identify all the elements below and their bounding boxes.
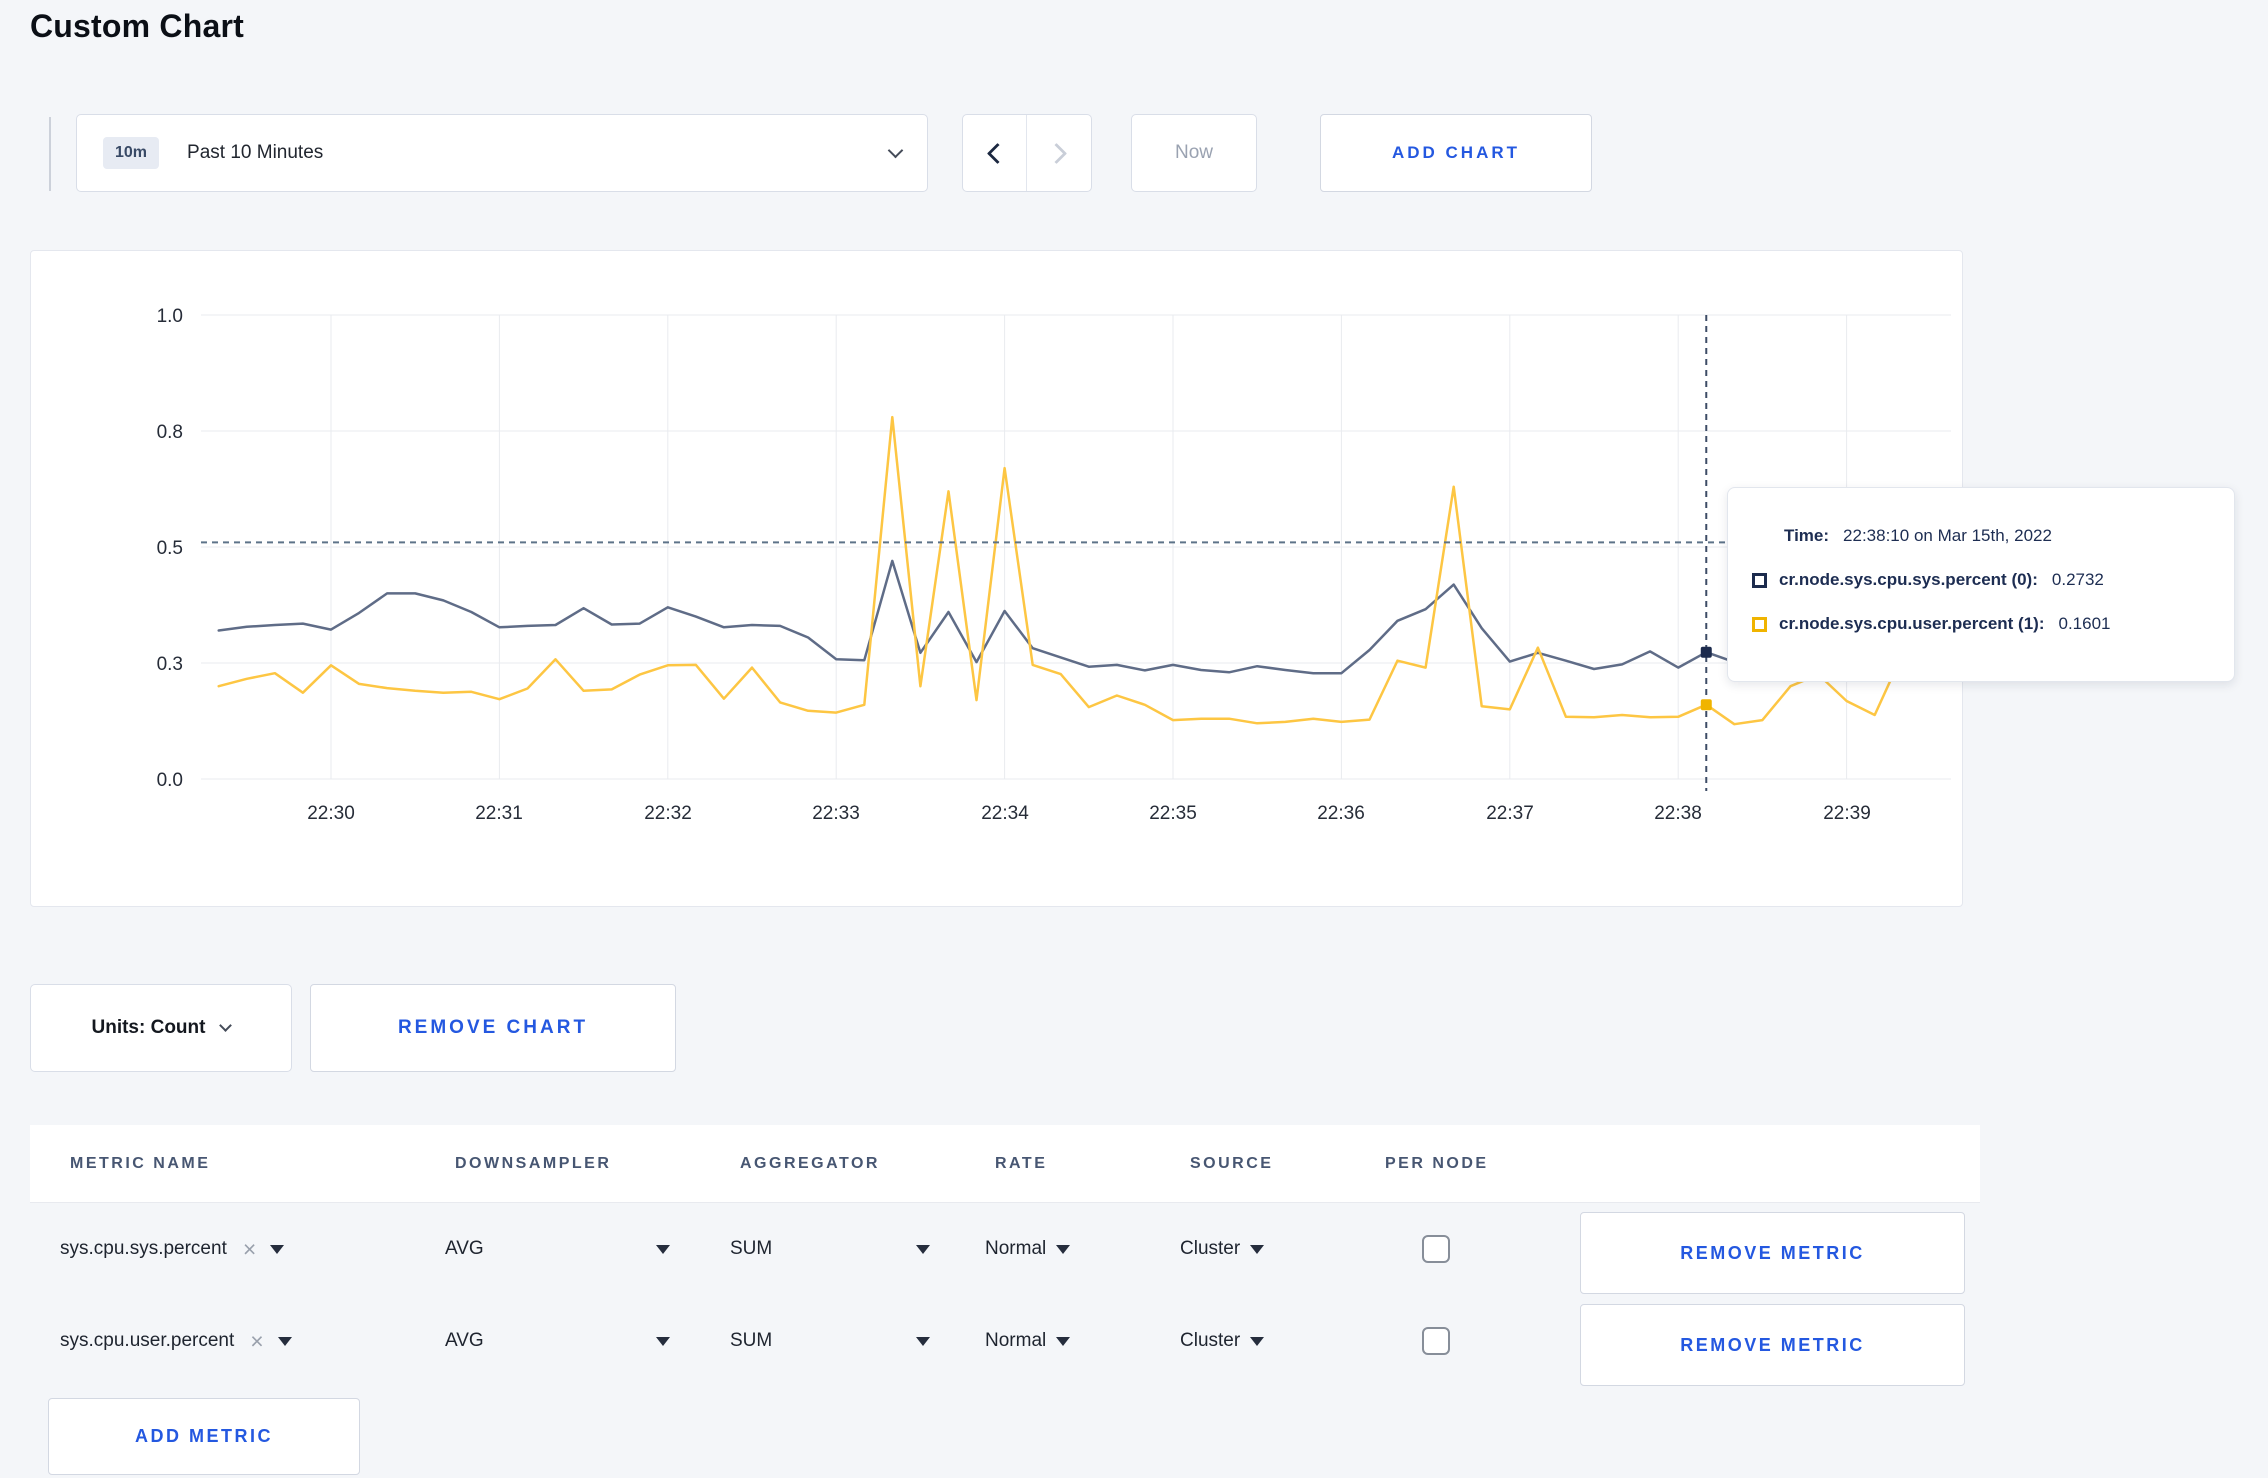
chevron-right-icon <box>1045 142 1067 164</box>
svg-text:22:37: 22:37 <box>1486 803 1534 824</box>
header-metric-name: METRIC NAME <box>70 1155 211 1172</box>
header-downsampler: DOWNSAMPLER <box>455 1155 612 1172</box>
clear-metric-icon[interactable]: × <box>243 1236 256 1263</box>
remove-metric-button[interactable]: REMOVE METRIC <box>1580 1304 1965 1386</box>
caret-down-icon <box>916 1244 930 1254</box>
metrics-table-header: METRIC NAME DOWNSAMPLER AGGREGATOR RATE … <box>30 1125 1980 1203</box>
svg-text:0.5: 0.5 <box>157 538 183 559</box>
toolbar-divider <box>49 117 51 191</box>
per-node-checkbox[interactable] <box>1422 1235 1450 1263</box>
rate-select[interactable]: Normal <box>985 1295 1071 1387</box>
chart-card: 0.0 0.3 0.5 0.8 1.0 22:30 22:31 22:32 22… <box>30 250 1963 907</box>
metric-row: sys.cpu.sys.percent × AVG SUM Normal Clu… <box>30 1203 1980 1295</box>
prev-time-button[interactable] <box>963 115 1027 191</box>
svg-text:22:31: 22:31 <box>475 803 523 824</box>
svg-text:22:39: 22:39 <box>1823 803 1871 824</box>
rate-select[interactable]: Normal <box>985 1203 1071 1295</box>
metric-name-select[interactable]: sys.cpu.sys.percent × <box>60 1203 285 1295</box>
chart-tooltip: Time: 22:38:10 on Mar 15th, 2022 cr.node… <box>1727 487 2235 682</box>
source-select[interactable]: Cluster <box>1180 1203 1265 1295</box>
metric-name-select[interactable]: sys.cpu.user.percent × <box>60 1295 292 1387</box>
page-title: Custom Chart <box>30 8 244 44</box>
svg-text:22:33: 22:33 <box>812 803 860 824</box>
metric-name-label: sys.cpu.sys.percent <box>60 1238 227 1259</box>
caret-down-icon <box>656 1336 670 1346</box>
caret-down-icon <box>656 1244 670 1254</box>
caret-down-icon <box>1250 1244 1265 1254</box>
next-time-button[interactable] <box>1027 115 1091 191</box>
aggregator-select[interactable]: SUM <box>730 1203 930 1295</box>
aggregator-value: SUM <box>730 1238 773 1259</box>
add-metric-button[interactable]: ADD METRIC <box>48 1398 360 1475</box>
svg-text:0.8: 0.8 <box>157 422 183 443</box>
svg-text:22:34: 22:34 <box>981 803 1029 824</box>
rate-value: Normal <box>985 1330 1047 1351</box>
metrics-chart[interactable]: 0.0 0.3 0.5 0.8 1.0 22:30 22:31 22:32 22… <box>31 251 1964 908</box>
caret-down-icon <box>1250 1336 1265 1346</box>
svg-text:0.0: 0.0 <box>157 770 183 791</box>
svg-text:22:36: 22:36 <box>1317 803 1365 824</box>
units-select[interactable]: Units: Count <box>30 984 292 1072</box>
per-node-checkbox[interactable] <box>1422 1327 1450 1355</box>
source-value: Cluster <box>1180 1238 1241 1259</box>
time-range-select[interactable]: 10m Past 10 Minutes <box>76 114 928 192</box>
header-source: SOURCE <box>1190 1155 1274 1172</box>
caret-down-icon <box>270 1244 285 1254</box>
header-aggregator: AGGREGATOR <box>740 1155 880 1172</box>
header-rate: RATE <box>995 1155 1048 1172</box>
svg-text:22:35: 22:35 <box>1149 803 1197 824</box>
units-label: Units: Count <box>91 1017 206 1038</box>
metric-name-label: sys.cpu.user.percent <box>60 1330 235 1351</box>
chevron-left-icon <box>986 142 1009 164</box>
time-range-label: Past 10 Minutes <box>187 142 324 163</box>
caret-down-icon <box>277 1336 292 1346</box>
header-per-node: PER NODE <box>1385 1155 1489 1172</box>
svg-text:0.3: 0.3 <box>157 654 183 675</box>
downsampler-select[interactable]: AVG <box>445 1203 670 1295</box>
tooltip-series-row: cr.node.sys.cpu.user.percent (1): 0.1601 <box>1752 602 2234 646</box>
downsampler-value: AVG <box>445 1238 484 1259</box>
tooltip-time-value: 22:38:10 on Mar 15th, 2022 <box>1843 526 2052 545</box>
source-value: Cluster <box>1180 1330 1241 1351</box>
time-pager <box>962 114 1092 192</box>
tooltip-series-row: cr.node.sys.cpu.sys.percent (0): 0.2732 <box>1752 558 2234 602</box>
metric-row: sys.cpu.user.percent × AVG SUM Normal Cl… <box>30 1295 1980 1387</box>
svg-text:1.0: 1.0 <box>157 306 183 327</box>
tooltip-series-label: cr.node.sys.cpu.sys.percent (0): <box>1779 570 2038 589</box>
tooltip-series-value: 0.1601 <box>2058 614 2111 633</box>
add-chart-button[interactable]: ADD CHART <box>1320 114 1592 192</box>
tooltip-series-label: cr.node.sys.cpu.user.percent (1): <box>1779 614 2045 633</box>
svg-text:22:30: 22:30 <box>307 803 355 824</box>
aggregator-select[interactable]: SUM <box>730 1295 930 1387</box>
svg-text:22:38: 22:38 <box>1654 803 1702 824</box>
chevron-down-icon <box>887 142 904 159</box>
chevron-down-icon <box>219 1019 233 1032</box>
downsampler-select[interactable]: AVG <box>445 1295 670 1387</box>
caret-down-icon <box>1056 1244 1071 1254</box>
source-select[interactable]: Cluster <box>1180 1295 1265 1387</box>
clear-metric-icon[interactable]: × <box>250 1328 263 1355</box>
remove-metric-button[interactable]: REMOVE METRIC <box>1580 1212 1965 1294</box>
downsampler-value: AVG <box>445 1330 484 1351</box>
rate-value: Normal <box>985 1238 1047 1259</box>
tooltip-series-value: 0.2732 <box>2051 570 2104 589</box>
aggregator-value: SUM <box>730 1330 773 1351</box>
now-button[interactable]: Now <box>1131 114 1257 192</box>
tooltip-time-label: Time: <box>1784 526 1830 545</box>
caret-down-icon <box>916 1336 930 1346</box>
remove-chart-button[interactable]: REMOVE CHART <box>310 984 676 1072</box>
sys-series-swatch-icon <box>1752 572 1767 588</box>
caret-down-icon <box>1056 1336 1071 1346</box>
user-series-swatch-icon <box>1752 616 1767 632</box>
axis-labels: 0.0 0.3 0.5 0.8 1.0 22:30 22:31 22:32 22… <box>157 306 1871 824</box>
svg-text:22:32: 22:32 <box>644 803 692 824</box>
time-range-badge: 10m <box>103 137 160 169</box>
